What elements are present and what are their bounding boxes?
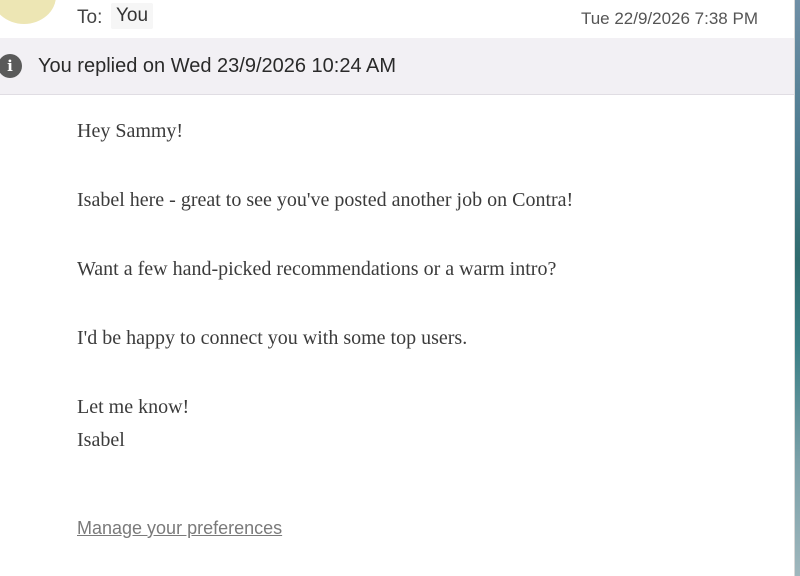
message-paragraph: Want a few hand-picked recommendations o… <box>77 258 557 280</box>
reply-info-bar: i You replied on Wed 23/9/2026 10:24 AM <box>0 38 794 95</box>
signoff: Let me know! <box>77 396 190 418</box>
message-body: Hey Sammy! Isabel here - great to see yo… <box>77 118 757 453</box>
email-reading-pane: K To: You Tue 22/9/2026 7:38 PM i You re… <box>0 0 795 576</box>
message-paragraph: Isabel here - great to see you've posted… <box>77 189 574 211</box>
email-header: K To: You Tue 22/9/2026 7:38 PM <box>0 0 794 39</box>
recipient-chip[interactable]: You <box>111 3 154 29</box>
sender-avatar[interactable]: K <box>0 0 56 24</box>
greeting: Hey Sammy! <box>77 120 184 142</box>
signature: Isabel <box>77 429 125 451</box>
to-label: To: <box>77 7 103 28</box>
reply-info-text: You replied on Wed 23/9/2026 10:24 AM <box>38 55 397 77</box>
sent-date: Tue 22/9/2026 7:38 PM <box>580 9 758 28</box>
info-icon: i <box>0 54 22 78</box>
manage-preferences-link[interactable]: Manage your preferences <box>77 518 282 539</box>
message-paragraph: I'd be happy to connect you with some to… <box>77 327 468 349</box>
